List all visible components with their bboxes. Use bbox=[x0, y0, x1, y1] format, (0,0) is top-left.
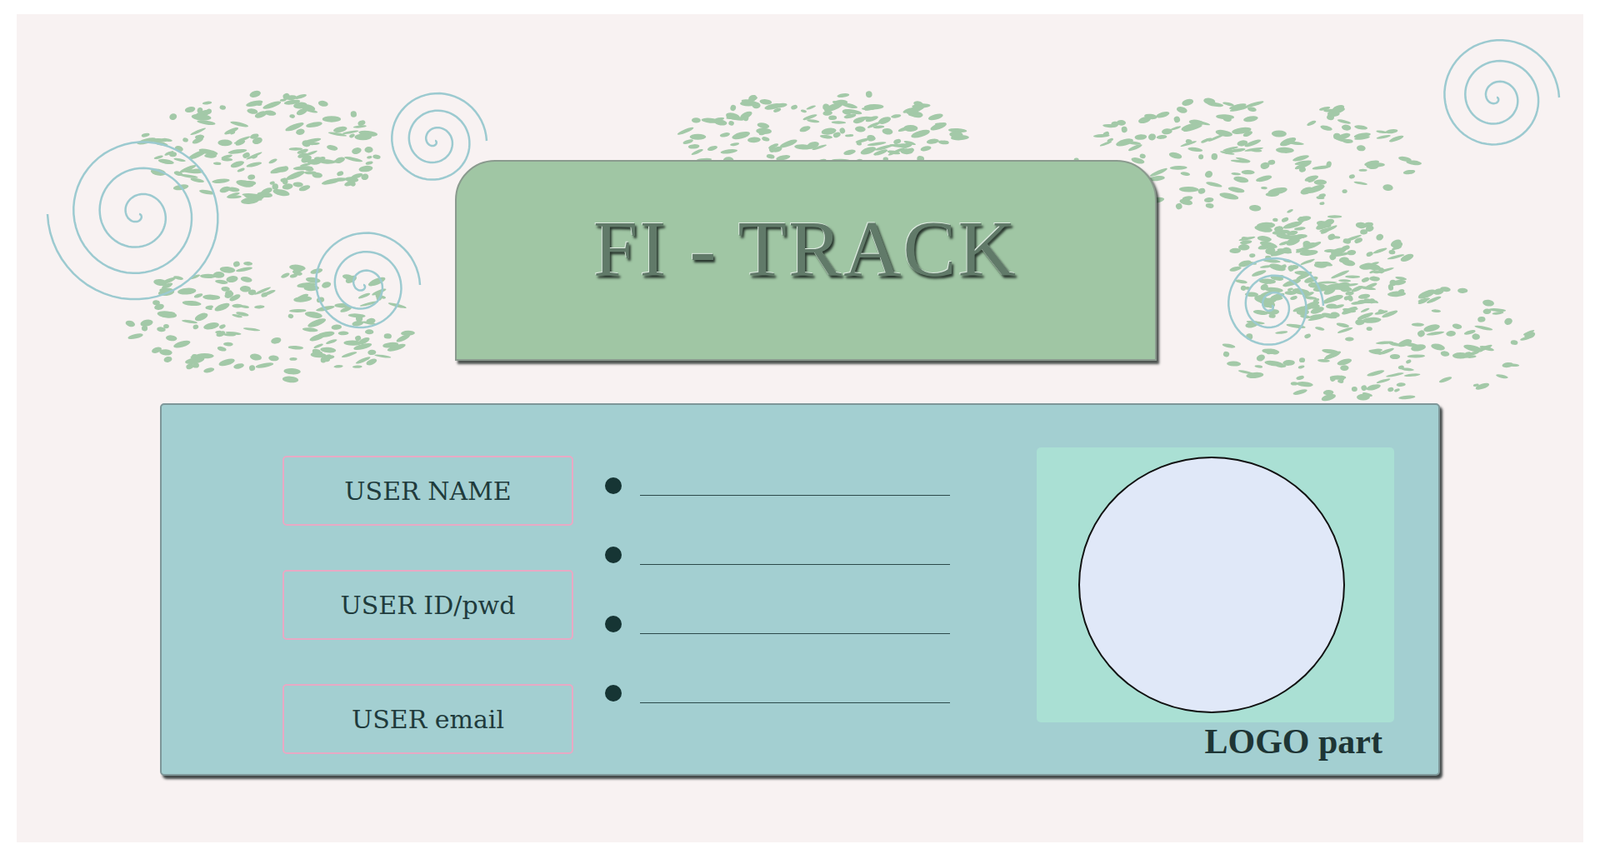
field-label: USER email bbox=[282, 684, 574, 755]
app-title: FI - TRACK bbox=[593, 202, 1018, 295]
entry-row bbox=[605, 450, 950, 520]
entry-row bbox=[605, 589, 950, 659]
canvas: FI - TRACK USER NAME USER ID/pwd USER email… bbox=[16, 14, 1584, 843]
entry-field[interactable] bbox=[640, 685, 950, 704]
logo-section: LOGO part bbox=[1036, 447, 1395, 761]
bullet-icon bbox=[605, 685, 622, 702]
user-card: USER NAME USER ID/pwd USER email LOGO part bbox=[160, 403, 1440, 776]
field-label: USER NAME bbox=[282, 455, 574, 526]
bullet-icon bbox=[605, 546, 622, 564]
entry-field[interactable] bbox=[640, 547, 950, 565]
bullet-icon bbox=[605, 615, 622, 633]
entry-field[interactable] bbox=[640, 616, 950, 635]
page: FI - TRACK USER NAME USER ID/pwd USER email… bbox=[0, 0, 1600, 859]
entry-lines bbox=[605, 405, 950, 728]
entry-field[interactable] bbox=[640, 478, 950, 496]
field-label: USER ID/pwd bbox=[282, 570, 574, 640]
entry-row bbox=[605, 520, 950, 590]
bullet-icon bbox=[605, 477, 622, 495]
logo-box bbox=[1036, 447, 1395, 723]
logo-caption: LOGO part bbox=[1204, 722, 1383, 761]
entry-row bbox=[605, 658, 950, 728]
field-labels: USER NAME USER ID/pwd USER email bbox=[282, 405, 574, 755]
title-banner: FI - TRACK bbox=[455, 160, 1157, 361]
logo-placeholder-icon[interactable] bbox=[1078, 456, 1345, 714]
